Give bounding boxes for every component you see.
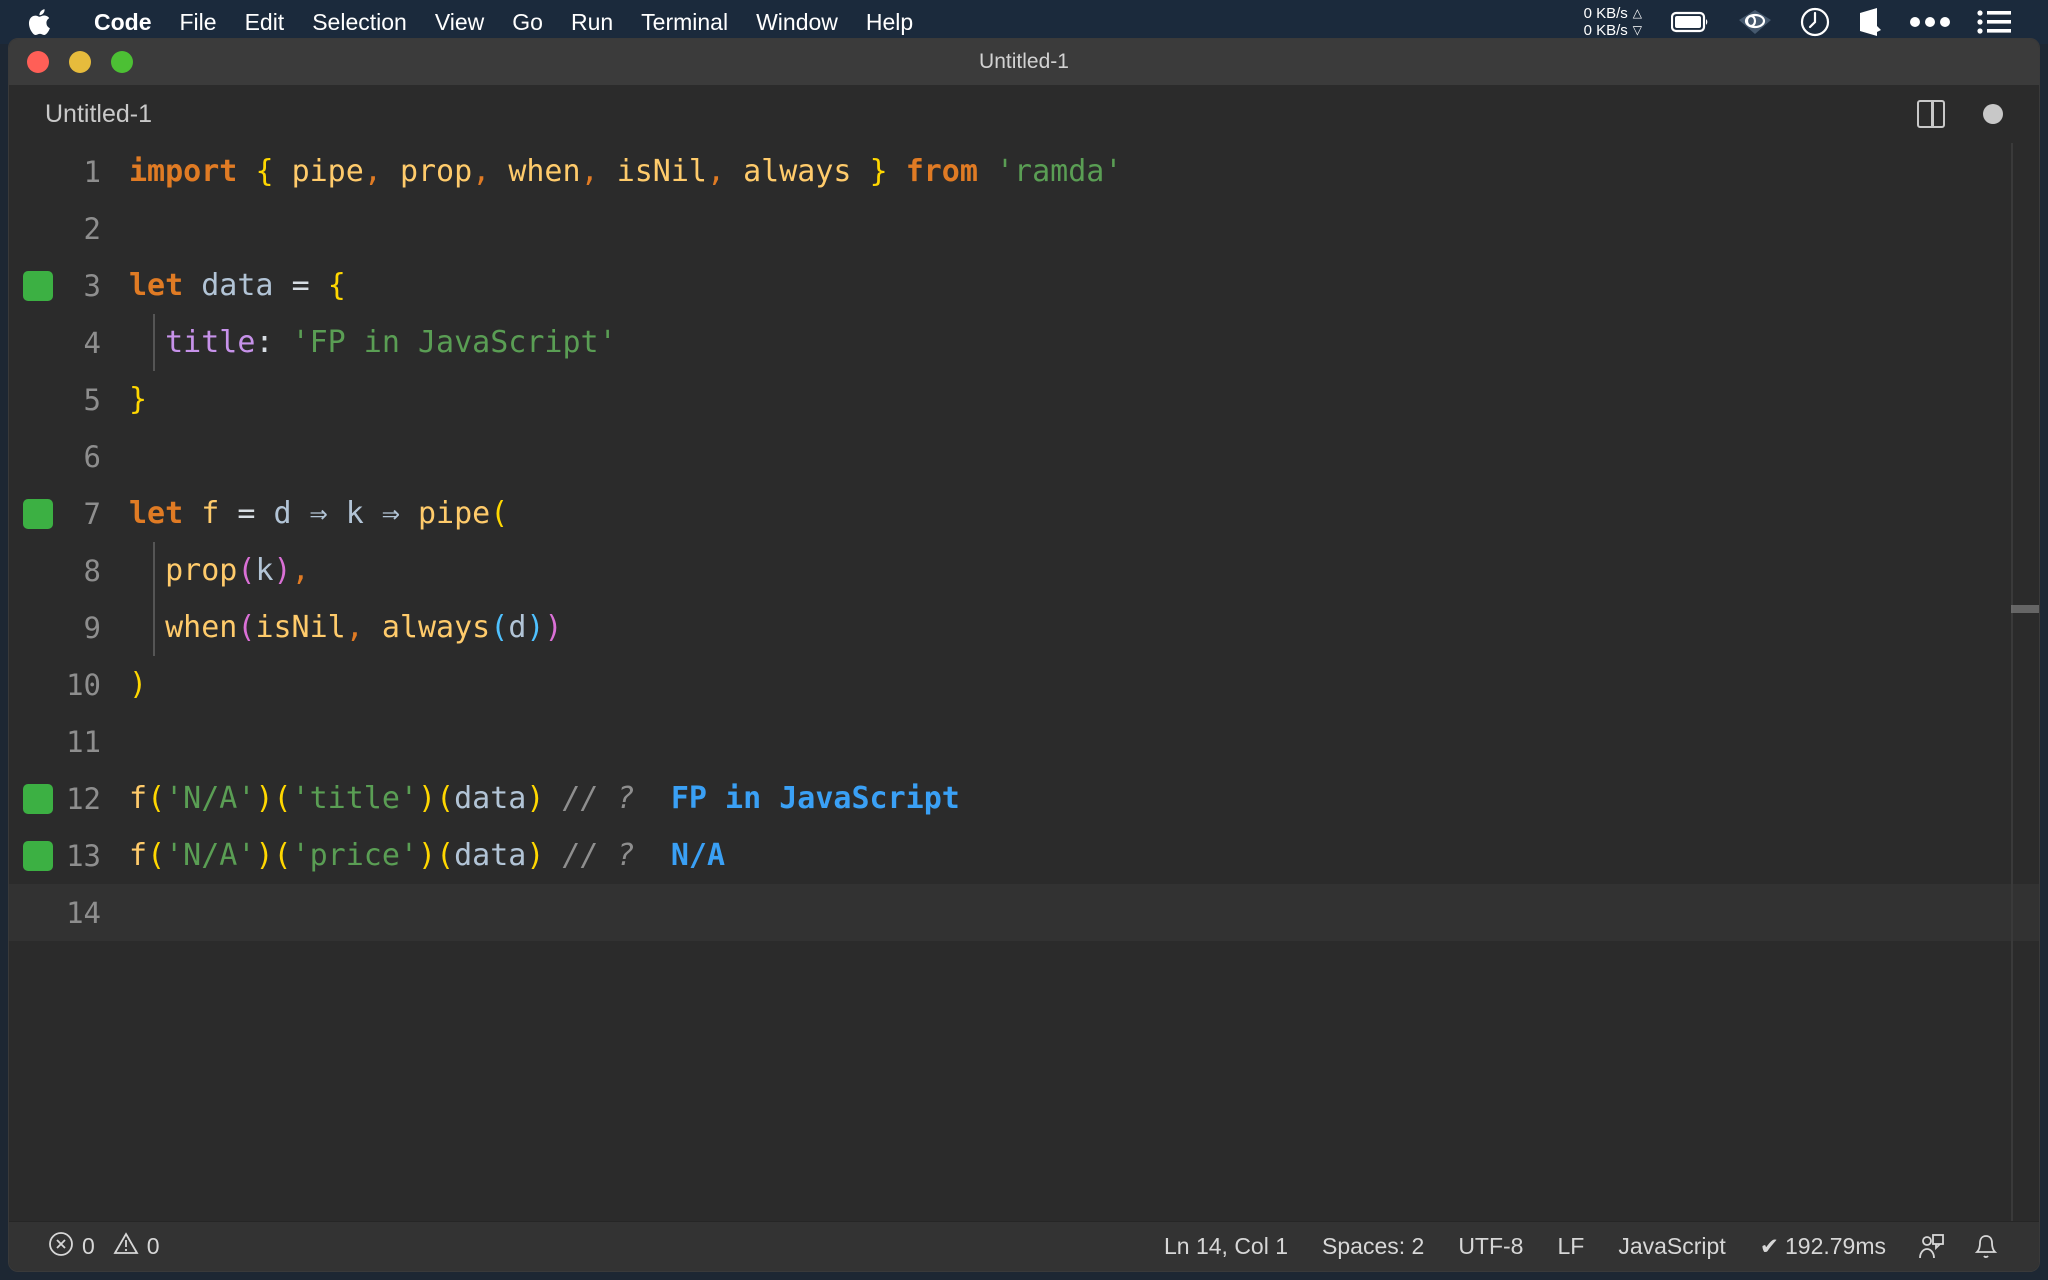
line-content: )	[129, 667, 148, 702]
line-content: f('N/A')('price')(data) // ? N/A	[129, 838, 726, 873]
download-arrow-icon: ▽	[1632, 23, 1642, 37]
line-content: title: 'FP in JavaScript'	[165, 325, 617, 360]
feedback-person-icon[interactable]	[1903, 1233, 1959, 1261]
line-number: 2	[83, 211, 101, 246]
coverage-indicator	[23, 784, 53, 814]
editor-line[interactable]: 3 let data = {	[9, 257, 2039, 314]
run-time: 192.79ms	[1784, 1233, 1886, 1259]
line-content: let f = d ⇒ k ⇒ pipe(	[129, 496, 509, 531]
zoom-button[interactable]	[111, 51, 133, 73]
warning-count: 0	[146, 1233, 160, 1259]
editor-line[interactable]: 11	[9, 713, 2039, 770]
editor-tab-bar: Untitled-1	[9, 85, 2039, 143]
close-button[interactable]	[27, 51, 49, 73]
line-content: prop(k),	[165, 553, 310, 588]
editor-line[interactable]: 10 )	[9, 656, 2039, 713]
editor-line-current[interactable]: 14	[9, 884, 2039, 941]
line-number: 9	[83, 610, 101, 645]
editor-actions	[1917, 100, 2039, 128]
editor-line[interactable]: 2	[9, 200, 2039, 257]
unsaved-indicator-dot[interactable]	[1983, 104, 2003, 124]
line-number: 8	[83, 553, 101, 588]
line-number: 5	[83, 382, 101, 417]
vscode-window: Untitled-1 Untitled-1 1 import { pipe, p…	[8, 38, 2040, 1272]
problems-indicator[interactable]: 0 0	[31, 1231, 177, 1263]
apple-logo-icon[interactable]	[28, 7, 54, 37]
editor-line[interactable]: 8 prop(k),	[9, 542, 2039, 599]
editor-line[interactable]: 12 f('N/A')('title')(data) // ? FP in Ja…	[9, 770, 2039, 827]
line-content: f('N/A')('title')(data) // ? FP in JavaS…	[129, 781, 960, 816]
status-bar-right: Ln 14, Col 1 Spaces: 2 UTF-8 LF JavaScri…	[1147, 1233, 2039, 1261]
split-editor-icon[interactable]	[1917, 100, 1945, 128]
line-number: 14	[66, 895, 101, 930]
coverage-indicator	[23, 499, 53, 529]
network-download-speed: 0 KB/s	[1583, 22, 1628, 39]
status-bar: 0 0 Ln 14, Col 1 Spaces: 2 UTF-8 LF Java…	[9, 1221, 2039, 1271]
editor-line[interactable]: 6	[9, 428, 2039, 485]
window-titlebar: Untitled-1	[9, 39, 2039, 85]
eol-setting[interactable]: LF	[1540, 1233, 1601, 1260]
line-number: 10	[66, 667, 101, 702]
inline-result-value: N/A	[670, 838, 726, 873]
network-upload-speed: 0 KB/s	[1583, 5, 1628, 22]
line-number: 1	[83, 154, 101, 189]
line-number: 4	[83, 325, 101, 360]
check-icon: ✔	[1759, 1233, 1779, 1259]
editor-line[interactable]: 5 }	[9, 371, 2039, 428]
cursor-position[interactable]: Ln 14, Col 1	[1147, 1233, 1305, 1260]
editor-line[interactable]: 7 let f = d ⇒ k ⇒ pipe(	[9, 485, 2039, 542]
error-circle-icon	[48, 1231, 74, 1263]
window-title: Untitled-1	[979, 50, 1069, 73]
editor-line[interactable]: 1 import { pipe, prop, when, isNil, alwa…	[9, 143, 2039, 200]
error-count: 0	[82, 1233, 95, 1259]
tab-label: Untitled-1	[45, 99, 152, 128]
line-content: when(isNil, always(d))	[165, 610, 563, 645]
status-bar-left: 0 0	[9, 1231, 177, 1263]
wifi-cloud-icon[interactable]	[1737, 8, 1773, 36]
line-number: 6	[83, 439, 101, 474]
network-speed-indicator[interactable]: 0 KB/s 0 KB/s △ ▽	[1584, 5, 1642, 39]
editor-line[interactable]: 13 f('N/A')('price')(data) // ? N/A	[9, 827, 2039, 884]
language-mode[interactable]: JavaScript	[1601, 1233, 1742, 1260]
inline-result-value: FP in JavaScript	[670, 781, 960, 816]
editor-line[interactable]: 9 when(isNil, always(d))	[9, 599, 2039, 656]
line-content: let data = {	[129, 268, 346, 303]
scrollbar-decoration	[2011, 605, 2039, 613]
bell-icon[interactable]	[1959, 1233, 2013, 1261]
minimize-button[interactable]	[69, 51, 91, 73]
tab-untitled-1[interactable]: Untitled-1	[9, 85, 182, 143]
upload-arrow-icon: △	[1632, 6, 1642, 20]
code-editor[interactable]: 1 import { pipe, prop, when, isNil, alwa…	[9, 143, 2039, 1221]
scrollbar-divider	[2011, 143, 2013, 1221]
battery-icon[interactable]	[1671, 11, 1711, 33]
quokka-run-status[interactable]: ✔ 192.79ms	[1743, 1233, 1903, 1260]
list-icon[interactable]	[1977, 9, 2013, 35]
ellipsis-icon[interactable]	[1909, 16, 1951, 28]
indentation-setting[interactable]: Spaces: 2	[1305, 1233, 1441, 1260]
traffic-lights	[27, 51, 133, 73]
line-number: 11	[66, 724, 101, 759]
line-content: }	[129, 382, 148, 417]
encoding-setting[interactable]: UTF-8	[1441, 1233, 1540, 1260]
warning-triangle-icon	[113, 1231, 139, 1263]
editor-scrollbar[interactable]	[2011, 143, 2039, 1221]
editor-line[interactable]: 4 title: 'FP in JavaScript'	[9, 314, 2039, 371]
coverage-indicator	[23, 271, 53, 301]
line-content: import { pipe, prop, when, isNil, always…	[129, 154, 1123, 189]
clock-icon[interactable]	[1799, 6, 1831, 38]
cube-icon[interactable]	[1857, 6, 1883, 38]
coverage-indicator	[23, 841, 53, 871]
